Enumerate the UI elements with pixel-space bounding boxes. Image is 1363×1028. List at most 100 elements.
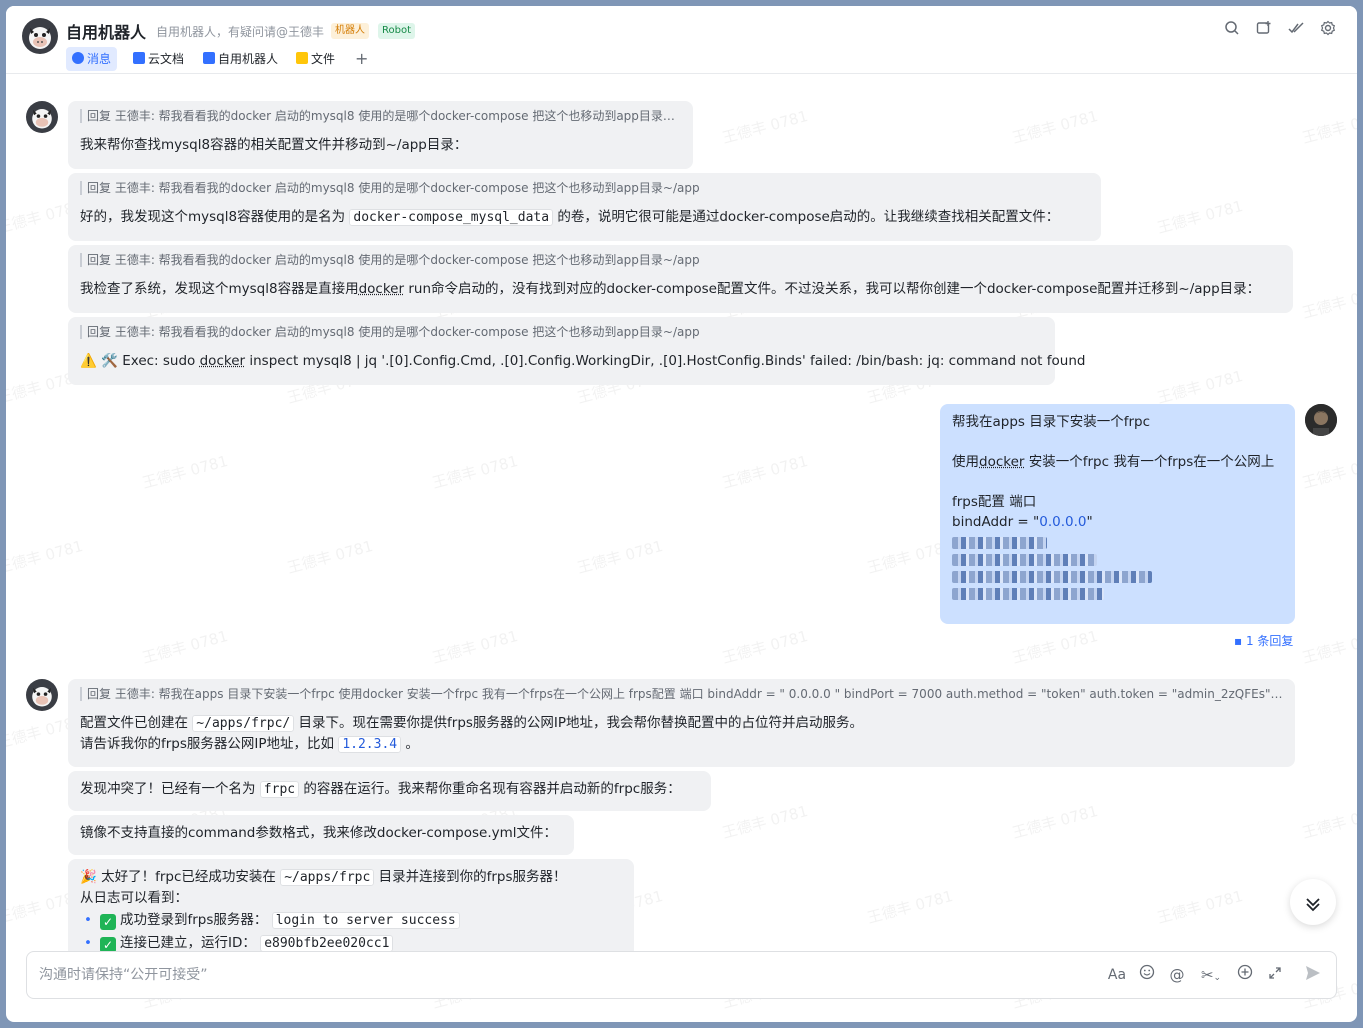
bot-message[interactable]: 回复 王德丰: 帮我看看我的docker 启动的mysql8 使用的是哪个doc…: [68, 101, 693, 169]
message-icon: [72, 52, 84, 64]
tab-files[interactable]: 文件: [290, 47, 341, 71]
redacted-text: [952, 571, 1152, 583]
inline-code: 1.2.3.4: [338, 736, 402, 753]
watermark: 王德丰 0781: [6, 536, 85, 578]
mention-icon[interactable]: @: [1166, 964, 1188, 986]
message-text: 🎉 太好了！frpc已经成功安装在 ~/apps/frpc 目录并连接到你的fr…: [80, 867, 622, 888]
watermark: 王德丰 0781: [1155, 196, 1245, 238]
bot-message[interactable]: 回复 王德丰: 帮我看看我的docker 启动的mysql8 使用的是哪个doc…: [68, 317, 1085, 385]
add-tab-button[interactable]: +: [349, 47, 374, 71]
underlined-term[interactable]: docker: [200, 353, 245, 369]
message-input[interactable]: [39, 964, 1079, 986]
plus-icon: +: [355, 49, 369, 68]
watermark: 王德丰 0781: [720, 451, 810, 493]
watermark: 王德丰 0781: [285, 536, 375, 578]
font-icon[interactable]: Aa: [1106, 964, 1128, 986]
chat-avatar[interactable]: [22, 18, 58, 54]
text-segment: 使用: [952, 454, 979, 470]
reply-count-label: 1 条回复: [1245, 634, 1294, 648]
bot-avatar[interactable]: [26, 101, 58, 133]
message-text: 我检查了系统，发现这个mysql8容器是直接用docker run命令启动的，没…: [80, 279, 1281, 299]
watermark: 王德丰 0781: [430, 626, 520, 668]
redacted-text: [952, 554, 1097, 566]
bot-message[interactable]: 镜像不支持直接的command参数格式，我来修改docker-compose.y…: [68, 815, 574, 855]
robot-tag-en: Robot: [378, 23, 416, 39]
text-segment: 成功登录到frps服务器：: [120, 912, 268, 928]
watermark: 王德丰 0781: [140, 626, 230, 668]
bot-message[interactable]: 回复 王德丰: 帮我在apps 目录下安装一个frpc 使用docker 安装一…: [68, 679, 1295, 767]
text-segment: 安装一个frpc 我有一个frps在一个公网上: [1024, 454, 1275, 470]
inline-code: docker-compose_mysql_data: [349, 209, 554, 226]
settings-icon[interactable]: [1318, 20, 1338, 40]
underlined-term[interactable]: docker: [359, 281, 404, 297]
text-segment: 连接已建立，运行ID：: [120, 935, 256, 951]
tab-label: 云文档: [148, 52, 185, 66]
tab-messages[interactable]: 消息: [66, 47, 118, 71]
reply-quote: 回复 王德丰: 帮我看看我的docker 启动的mysql8 使用的是哪个doc…: [80, 109, 681, 123]
expand-icon[interactable]: [1264, 964, 1286, 986]
message-text: ⚠️ 🛠️ Exec: sudo docker inspect mysql8 |…: [80, 351, 1085, 371]
message-text: 使用docker 安装一个frpc 我有一个frps在一个公网上: [952, 452, 1283, 472]
tab-cloud-docs[interactable]: 云文档: [127, 47, 190, 71]
tab-label: 消息: [87, 52, 112, 66]
text-segment: bindAddr = ": [952, 514, 1040, 530]
message-text: 请告诉我你的frps服务器公网IP地址，比如 1.2.3.4 。: [80, 734, 1283, 755]
inline-code: ~/apps/frpc/: [192, 715, 295, 732]
text-segment: 。: [405, 736, 419, 752]
watermark: 王德丰 0781: [1010, 626, 1100, 668]
check-icon: ✓: [100, 914, 116, 930]
message-text: 镜像不支持直接的command参数格式，我来修改docker-compose.y…: [80, 825, 558, 841]
list-item: • ✓ 成功登录到frps服务器： login to server success: [80, 910, 622, 931]
underlined-term[interactable]: docker: [979, 454, 1024, 470]
user-message[interactable]: 帮我在apps 目录下安装一个frpc 使用docker 安装一个frpc 我有…: [940, 404, 1295, 624]
bullet: •: [84, 935, 92, 951]
thread-reply-link[interactable]: ▪ 1 条回复: [1234, 632, 1293, 649]
watermark: 王德丰 0781: [140, 451, 230, 493]
search-icon[interactable]: [1222, 20, 1242, 40]
inline-code: ~/apps/frpc: [280, 869, 375, 886]
checklist-icon[interactable]: [1286, 20, 1306, 40]
message-text: 我来帮你查找mysql8容器的相关配置文件并移动到~/app目录：: [80, 137, 468, 153]
text-segment: run命令启动的，没有找到对应的docker-compose配置文件。不过没关系…: [408, 281, 1261, 297]
redacted-text: [952, 588, 1104, 600]
add-window-icon[interactable]: [1254, 20, 1274, 40]
inline-code: e890bfb2ee020cc1: [260, 935, 394, 952]
folder-icon: [296, 52, 308, 64]
text-segment: 的容器在运行。我来帮你重命名现有容器并启动新的frpc服务：: [303, 781, 681, 797]
redacted-text: [952, 537, 1047, 549]
send-icon[interactable]: [1302, 964, 1324, 986]
watermark: 王德丰 0781: [1155, 886, 1245, 928]
watermark: 王德丰 0781: [1300, 281, 1357, 323]
text-segment: 配置文件已创建在: [80, 715, 188, 731]
chat-subtitle: 自用机器人，有疑问请@王德丰: [156, 25, 325, 39]
emoji-icon[interactable]: [1136, 964, 1158, 986]
user-avatar[interactable]: [1305, 404, 1337, 436]
tab-bot-doc[interactable]: 自用机器人: [197, 47, 284, 71]
bot-message[interactable]: 回复 王德丰: 帮我看看我的docker 启动的mysql8 使用的是哪个doc…: [68, 173, 1101, 241]
chat-header: 自用机器人 自用机器人，有疑问请@王德丰 机器人 Robot 消息 云文档 自用…: [6, 6, 1357, 74]
bot-avatar[interactable]: [26, 679, 58, 711]
message-text: 好的，我发现这个mysql8容器使用的是名为 docker-compose_my…: [80, 207, 1089, 228]
text-segment: 好的，我发现这个mysql8容器使用的是名为: [80, 209, 346, 225]
inline-code: frpc: [259, 781, 300, 798]
add-circle-icon[interactable]: [1234, 964, 1256, 986]
text-segment: 的卷，说明它很可能是通过docker-compose启动的。让我继续查找相关配置…: [557, 209, 1060, 225]
reply-quote: 回复 王德丰: 帮我在apps 目录下安装一个frpc 使用docker 安装一…: [80, 687, 1283, 701]
text-segment: 我检查了系统，发现这个mysql8容器是直接用: [80, 281, 359, 297]
watermark: 王德丰 0781: [1155, 366, 1245, 408]
bot-message[interactable]: 回复 王德丰: 帮我看看我的docker 启动的mysql8 使用的是哪个doc…: [68, 245, 1293, 313]
watermark: 王德丰 0781: [430, 451, 520, 493]
message-text: 从日志可以看到：: [80, 890, 188, 906]
reply-quote: 回复 王德丰: 帮我看看我的docker 启动的mysql8 使用的是哪个doc…: [80, 253, 1281, 267]
tab-label: 自用机器人: [218, 52, 279, 66]
inline-code: login to server success: [271, 912, 460, 929]
ip-link[interactable]: 0.0.0.0: [1039, 514, 1086, 530]
scroll-to-bottom-button[interactable]: [1290, 879, 1336, 925]
watermark: 王德丰 0781: [865, 886, 955, 928]
chat-window: 王德丰 0781 王德丰 0781 王德丰 0781 王德丰 0781 王德丰 0781…: [6, 6, 1357, 1022]
scissors-icon[interactable]: ✂⌄: [1196, 964, 1226, 986]
message-composer: Aa @ ✂⌄: [26, 951, 1337, 999]
watermark: 王德丰 0781: [720, 106, 810, 148]
bot-message[interactable]: 发现冲突了！已经有一个名为 frpc 的容器在运行。我来帮你重命名现有容器并启动…: [68, 771, 711, 811]
text-segment: 发现冲突了！已经有一个名为: [80, 781, 256, 797]
